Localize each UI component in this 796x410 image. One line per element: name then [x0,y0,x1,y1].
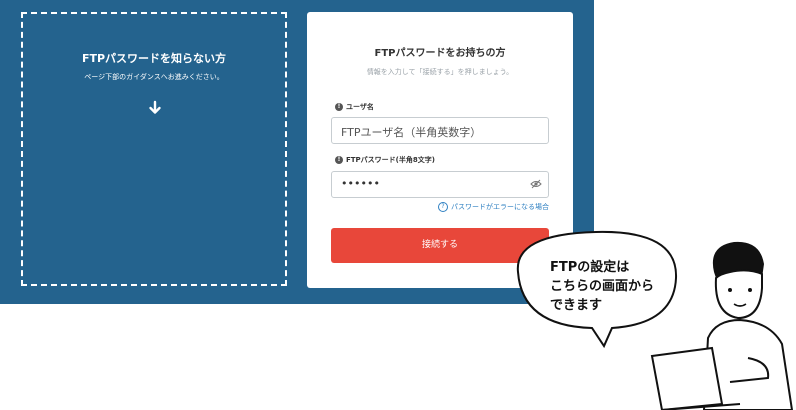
username-label: ! ユーザ名 [335,102,374,112]
password-input[interactable]: •••••• [331,171,549,198]
eye-off-icon[interactable] [530,179,542,189]
arrow-down-icon[interactable] [147,100,163,116]
password-label-text: FTPパスワード(半角8文字) [346,156,435,164]
person-with-laptop-illustration [516,230,794,410]
card-subtitle: 情報を入力して「接続する」を押しましょう。 [366,68,514,76]
username-placeholder: FTPユーザ名（半角英数字） [341,126,482,139]
speech-bubble-text: FTPの設定は こちらの画面から できます [550,258,654,315]
unknown-password-description: ページ下部のガイダンスへお進みください。 [84,73,224,81]
password-value: •••••• [341,177,380,190]
password-error-help-link[interactable]: ? パスワードがエラーになる場合 [438,202,549,212]
card-title: FTPパスワードをお持ちの方 [374,48,506,59]
help-icon: ? [438,202,448,212]
help-link-text: パスワードがエラーになる場合 [451,203,549,211]
unknown-password-title: FTPパスワードを知らない方 [81,52,227,65]
username-input[interactable]: FTPユーザ名（半角英数字） [331,117,549,144]
speech-line-3: できます [550,298,603,313]
username-label-text: ユーザ名 [346,103,374,111]
password-label: ! FTPパスワード(半角8文字) [335,155,435,165]
speech-line-1: FTPの設定は [550,260,630,275]
info-icon: ! [335,156,343,164]
info-icon: ! [335,103,343,111]
speech-line-2: こちらの画面から [550,279,655,294]
unknown-password-section: FTPパスワードを知らない方 ページ下部のガイダンスへお進みください。 [21,12,287,286]
